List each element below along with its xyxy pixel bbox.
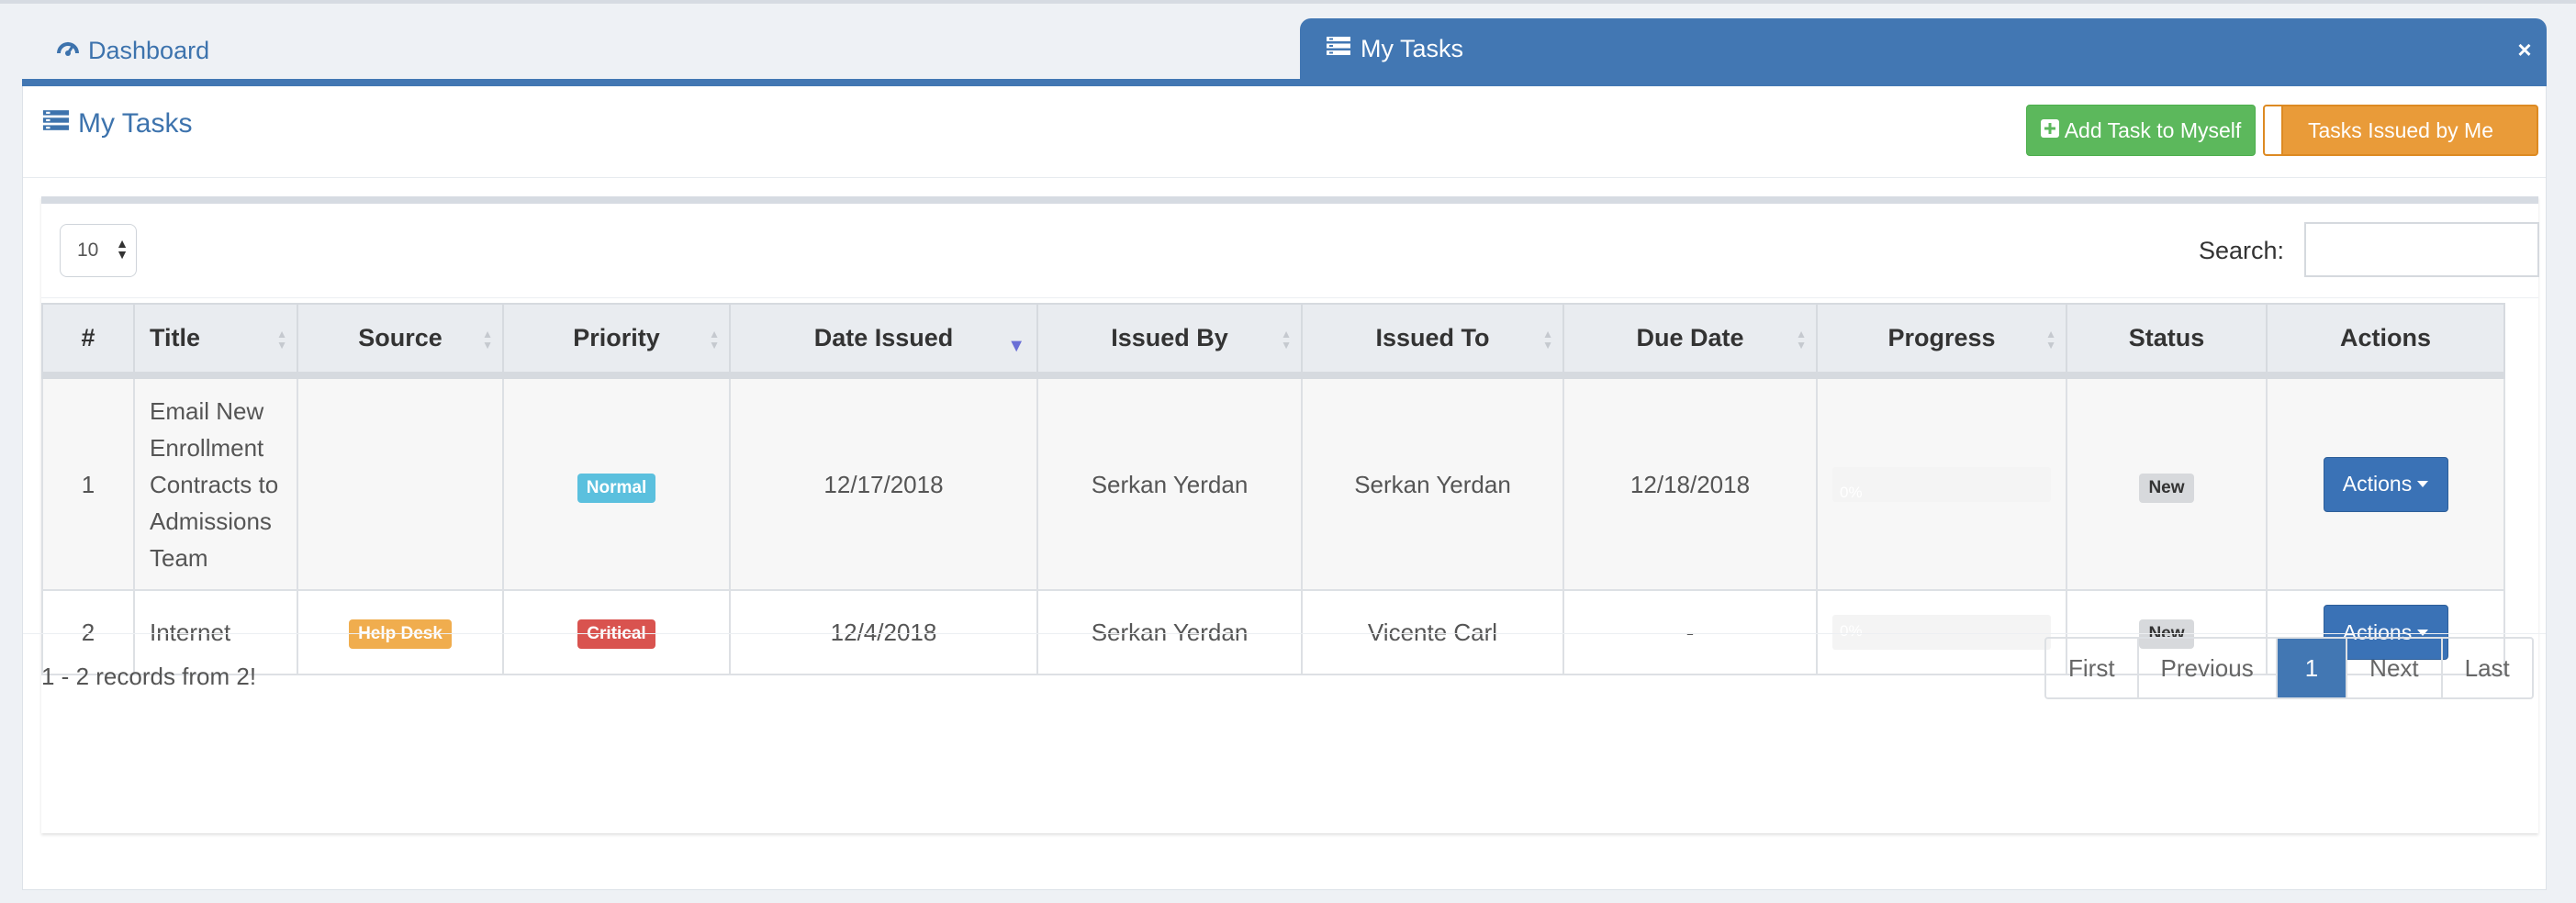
pagination-previous[interactable]: Previous (2139, 639, 2278, 697)
priority-badge: Normal (577, 473, 656, 503)
column-header-num: # (41, 303, 135, 379)
page-length-value: 10 (77, 240, 99, 261)
tab-my-tasks[interactable]: My Tasks × (1300, 18, 2547, 79)
column-header-priority[interactable]: Priority ▲ ▼ (502, 303, 731, 379)
caret-down-icon (2417, 481, 2429, 487)
cell-issued-to: Vicente Carl (1301, 589, 1564, 675)
sort-icon: ▲ ▼ (276, 328, 287, 351)
tasks-list-icon (41, 108, 71, 139)
cell-issued-to: Serkan Yerdan (1301, 374, 1564, 591)
column-header-issued-to[interactable]: Issued To ▲ ▼ (1301, 303, 1564, 379)
search-input[interactable] (2304, 222, 2539, 277)
tasks-table: # Title ▲ ▼ Source ▲ ▼ Priority ▲ ▼ Date Issue… (41, 303, 2505, 675)
sort-icon: ▲ ▼ (2045, 328, 2056, 351)
cell-priority: Normal (502, 374, 731, 591)
pagination-page-1[interactable]: 1 (2277, 639, 2348, 697)
table-header-row: # Title ▲ ▼ Source ▲ ▼ Priority ▲ ▼ Date Issue… (41, 303, 2505, 379)
page-length-select[interactable]: 10 ▲ ▼ (60, 224, 137, 277)
cell-actions: Actions (2266, 374, 2505, 591)
cell-priority: Critical (502, 589, 731, 675)
column-header-date-issued[interactable]: Date Issued ▼ (729, 303, 1038, 379)
actions-dropdown-button[interactable]: Actions (2323, 456, 2448, 512)
tasks-issued-by-me-toggle[interactable]: Tasks Issued by Me (2263, 105, 2538, 156)
cell-progress: 0% (1816, 374, 2067, 591)
column-header-actions: Actions (2266, 303, 2505, 379)
cell-issued-by: Serkan Yerdan (1036, 374, 1303, 591)
caret-down-icon (2417, 629, 2429, 636)
tab-dashboard[interactable]: Dashboard (55, 31, 209, 70)
cell-issued-by: Serkan Yerdan (1036, 589, 1303, 675)
footer-divider (23, 633, 2546, 634)
page-title-text: My Tasks (78, 108, 193, 139)
select-arrows-icon: ▲ ▼ (116, 236, 129, 262)
cell-due-date: 12/18/2018 (1562, 374, 1818, 591)
toggle-knob (2265, 106, 2283, 154)
column-header-progress[interactable]: Progress ▲ ▼ (1816, 303, 2067, 379)
cell-source: Help Desk (297, 589, 504, 675)
pagination-first[interactable]: First (2046, 639, 2139, 697)
add-task-label: Add Task to Myself (2064, 117, 2242, 142)
pagination-next[interactable]: Next (2347, 639, 2443, 697)
column-header-source[interactable]: Source ▲ ▼ (297, 303, 504, 379)
tasks-issued-by-me-label: Tasks Issued by Me (2308, 117, 2493, 142)
pagination: First Previous 1 Next Last (2044, 637, 2534, 699)
column-header-status: Status (2066, 303, 2268, 379)
progress-text: 0% (1840, 483, 1863, 501)
tab-dashboard-label: Dashboard (88, 36, 210, 64)
close-icon[interactable]: × (2514, 38, 2536, 61)
table-row: 1 Email New Enrollment Contracts to Admi… (41, 374, 2505, 591)
cell-num: 1 (41, 374, 135, 591)
progress-bar: 0% (1832, 466, 2051, 502)
sort-icon: ▲ ▼ (1281, 328, 1292, 351)
page-title: My Tasks (41, 108, 192, 139)
panel-header: My Tasks Add Task to Myself Tasks Issued… (23, 86, 2546, 178)
tab-my-tasks-label: My Tasks (1361, 34, 1464, 62)
column-header-title[interactable]: Title ▲ ▼ (133, 303, 298, 379)
cell-source (297, 374, 504, 591)
column-header-due-date[interactable]: Due Date ▲ ▼ (1562, 303, 1818, 379)
tasks-list-icon (1326, 35, 1351, 63)
tab-underline (22, 79, 2547, 86)
dashboard-icon (55, 37, 81, 65)
cell-progress: 0% (1816, 589, 2067, 675)
sort-icon: ▲ ▼ (1542, 328, 1553, 351)
top-shade (0, 0, 2576, 4)
cell-status: New (2066, 374, 2268, 591)
progress-text: 0% (1840, 622, 1863, 640)
add-task-to-myself-button[interactable]: Add Task to Myself (2026, 105, 2256, 156)
search-label: Search: (2199, 237, 2285, 264)
cell-due-date: - (1562, 589, 1818, 675)
pagination-last[interactable]: Last (2443, 639, 2532, 697)
sort-icon: ▲ ▼ (709, 328, 720, 351)
actions-label: Actions (2342, 472, 2413, 496)
plus-square-icon (2040, 118, 2059, 143)
cell-date-issued: 12/17/2018 (729, 374, 1038, 591)
sort-descending-icon: ▼ (1007, 336, 1025, 356)
status-badge: New (2139, 473, 2194, 503)
progress-bar: 0% (1832, 615, 2051, 650)
controls-divider (41, 297, 2538, 298)
column-header-issued-by[interactable]: Issued By ▲ ▼ (1036, 303, 1303, 379)
sort-icon: ▲ ▼ (482, 328, 493, 351)
my-tasks-panel: My Tasks Add Task to Myself Tasks Issued… (22, 86, 2547, 890)
cell-title: Email New Enrollment Contracts to Admiss… (133, 374, 298, 591)
records-info: 1 - 2 records from 2! (41, 663, 257, 690)
sort-icon: ▲ ▼ (1796, 328, 1807, 351)
cell-date-issued: 12/4/2018 (729, 589, 1038, 675)
